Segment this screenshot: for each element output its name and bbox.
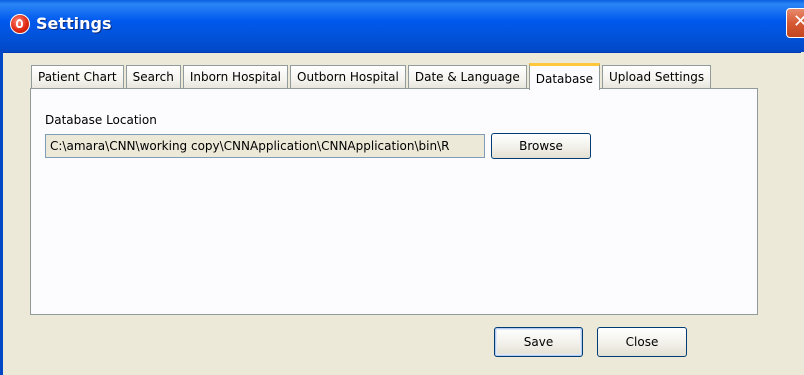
tab-inborn-hospital[interactable]: Inborn Hospital — [182, 65, 289, 89]
tab-database[interactable]: Database — [528, 63, 601, 90]
close-icon: ✕ — [793, 11, 804, 32]
title-bar[interactable]: Settings ✕ — [0, 0, 804, 53]
settings-dialog: Settings ✕ Patient Chart Search Inborn H… — [0, 0, 804, 375]
window-title: Settings — [36, 14, 112, 33]
database-path-field[interactable]: C:\amara\CNN\working copy\CNNApplication… — [45, 134, 485, 158]
tab-upload-settings[interactable]: Upload Settings — [602, 65, 712, 89]
close-button[interactable]: Close — [597, 327, 687, 357]
window-close-button[interactable]: ✕ — [786, 8, 804, 38]
save-button[interactable]: Save — [494, 327, 583, 357]
tab-search[interactable]: Search — [125, 65, 181, 89]
browse-button[interactable]: Browse — [491, 133, 591, 159]
app-logo-icon — [10, 14, 30, 34]
tab-strip: Patient Chart Search Inborn Hospital Out… — [31, 62, 713, 90]
tab-outborn-hospital[interactable]: Outborn Hospital — [290, 65, 406, 89]
tab-date-language[interactable]: Date & Language — [407, 65, 527, 89]
tab-patient-chart[interactable]: Patient Chart — [31, 65, 124, 89]
window-frame-left — [0, 52, 3, 375]
database-tab-panel: Database Location C:\amara\CNN\working c… — [30, 88, 758, 315]
database-location-label: Database Location — [45, 113, 157, 127]
